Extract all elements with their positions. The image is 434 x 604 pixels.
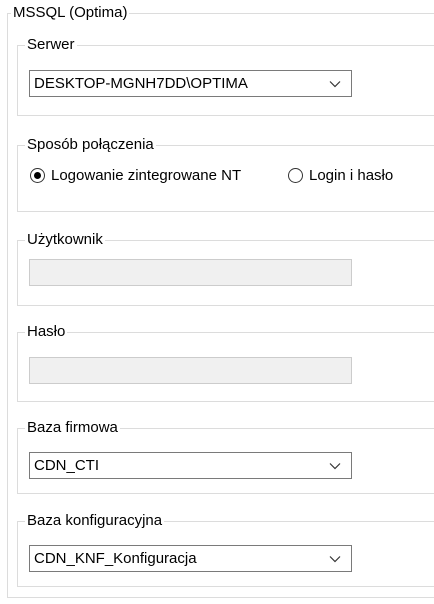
chevron-down-icon — [329, 556, 341, 563]
radio-selected-icon — [30, 167, 45, 183]
radio-integrated-nt-label: Logowanie zintegrowane NT — [51, 166, 242, 184]
config-db-dropdown[interactable]: CDN_KNF_Konfiguracja — [29, 545, 352, 572]
config-db-dropdown-value: CDN_KNF_Konfiguracja — [34, 550, 197, 567]
server-dropdown[interactable]: DESKTOP-MGNH7DD\OPTIMA — [29, 70, 352, 97]
server-groupbox-title: Serwer — [25, 36, 77, 54]
mssql-groupbox-title: MSSQL (Optima) — [11, 4, 130, 22]
user-input[interactable] — [29, 259, 352, 286]
server-dropdown-value: DESKTOP-MGNH7DD\OPTIMA — [34, 75, 248, 92]
chevron-down-icon — [329, 81, 341, 88]
radio-integrated-nt[interactable]: Logowanie zintegrowane NT — [30, 165, 241, 185]
chevron-down-icon — [329, 463, 341, 470]
password-groupbox-title: Hasło — [25, 323, 68, 341]
user-groupbox-title: Użytkownik — [25, 231, 105, 249]
radio-login-password-label: Login i hasło — [309, 166, 394, 184]
radio-login-password[interactable]: Login i hasło — [288, 165, 393, 185]
company-db-dropdown[interactable]: CDN_CTI — [29, 452, 352, 479]
company-db-dropdown-value: CDN_CTI — [34, 457, 100, 474]
config-db-groupbox-title: Baza konfiguracyjna — [25, 512, 165, 530]
company-db-groupbox-title: Baza firmowa — [25, 419, 120, 437]
password-input[interactable] — [29, 357, 352, 384]
connection-mode-groupbox-title: Sposób połączenia — [25, 136, 156, 154]
radio-unselected-icon — [288, 167, 303, 183]
